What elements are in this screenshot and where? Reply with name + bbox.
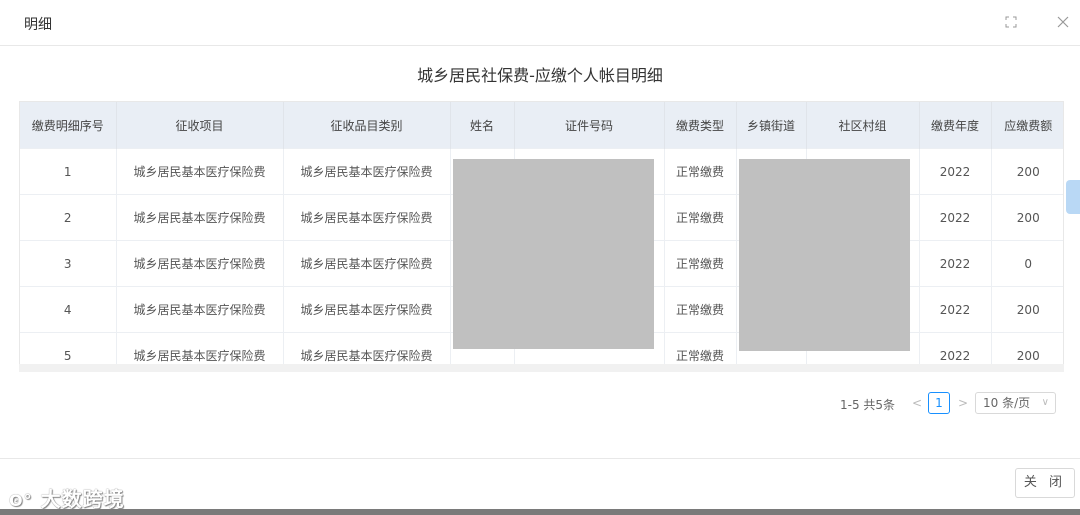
report-title: 城乡居民社保费-应缴个人帐目明细: [417, 66, 663, 85]
side-drawer-tab[interactable]: [1066, 180, 1080, 214]
cell-serial: 2: [20, 194, 117, 241]
header-year: 缴费年度: [919, 102, 992, 149]
header-village: 社区村组: [806, 102, 920, 149]
cell-year: 2022: [919, 194, 992, 241]
header-amount: 应缴费额: [991, 102, 1063, 149]
horizontal-scrollbar[interactable]: [19, 364, 1064, 372]
cell-collection-item: 城乡居民基本医疗保险费: [116, 286, 284, 333]
watermark-logo: ʘ° 大数跨境: [9, 483, 125, 512]
footer-divider: [0, 458, 1080, 459]
cell-item-category: 城乡居民基本医疗保险费: [283, 240, 451, 287]
modal-title: 明细: [24, 17, 52, 33]
cell-serial: 4: [20, 286, 117, 333]
cell-payment-type: 正常缴费: [664, 148, 737, 195]
cell-collection-item: 城乡居民基本医疗保险费: [116, 240, 284, 287]
cell-year: 2022: [919, 286, 992, 333]
cell-item-category: 城乡居民基本医疗保险费: [283, 148, 451, 195]
redacted-block: [453, 159, 654, 349]
cell-amount: 0: [991, 240, 1063, 287]
cell-year: 2022: [919, 240, 992, 287]
cell-serial: 3: [20, 240, 117, 287]
header-serial: 缴费明细序号: [20, 102, 117, 149]
header-id-number: 证件号码: [514, 102, 665, 149]
cell-amount: 200: [991, 194, 1063, 241]
detail-modal: 明细 城乡居民社保费-应缴个人帐目明细 缴费明细序号 征收项目 征收品目类别 姓…: [0, 0, 1080, 515]
chevron-right-icon[interactable]: >: [958, 396, 968, 418]
cell-item-category: 城乡居民基本医疗保险费: [283, 194, 451, 241]
cell-collection-item: 城乡居民基本医疗保险费: [116, 194, 284, 241]
header-collection-item: 征收项目: [116, 102, 284, 149]
table-header-row: 缴费明细序号 征收项目 征收品目类别 姓名 证件号码 缴费类型 乡镇街道 社区村…: [20, 102, 1063, 149]
header-town: 乡镇街道: [736, 102, 807, 149]
watermark-text: 大数跨境: [40, 487, 125, 511]
cell-payment-type: 正常缴费: [664, 286, 737, 333]
cell-payment-type: 正常缴费: [664, 240, 737, 287]
chevron-down-icon: ∨: [1041, 397, 1049, 408]
pagination-total: 1-5 共5条: [840, 398, 896, 412]
close-icon[interactable]: [1055, 14, 1071, 30]
modal-header: 明细: [0, 0, 1080, 46]
cell-serial: 1: [20, 148, 117, 195]
header-name: 姓名: [450, 102, 515, 149]
chevron-left-icon[interactable]: <: [912, 396, 922, 418]
watermark-mark-icon: ʘ°: [9, 491, 33, 510]
header-item-category: 征收品目类别: [283, 102, 451, 149]
cell-amount: 200: [991, 286, 1063, 333]
page-size-select[interactable]: 10 条/页 ∨: [975, 392, 1056, 414]
fullscreen-icon[interactable]: [1003, 14, 1019, 30]
cell-item-category: 城乡居民基本医疗保险费: [283, 286, 451, 333]
bottom-edge: [0, 509, 1080, 515]
cell-amount: 200: [991, 148, 1063, 195]
pagination-page-1[interactable]: 1: [928, 392, 950, 414]
cell-year: 2022: [919, 148, 992, 195]
close-button[interactable]: 关 闭: [1015, 468, 1075, 498]
cell-payment-type: 正常缴费: [664, 194, 737, 241]
redacted-block: [739, 159, 910, 351]
page-size-value: 10 条/页: [983, 396, 1031, 410]
cell-collection-item: 城乡居民基本医疗保险费: [116, 148, 284, 195]
header-payment-type: 缴费类型: [664, 102, 737, 149]
